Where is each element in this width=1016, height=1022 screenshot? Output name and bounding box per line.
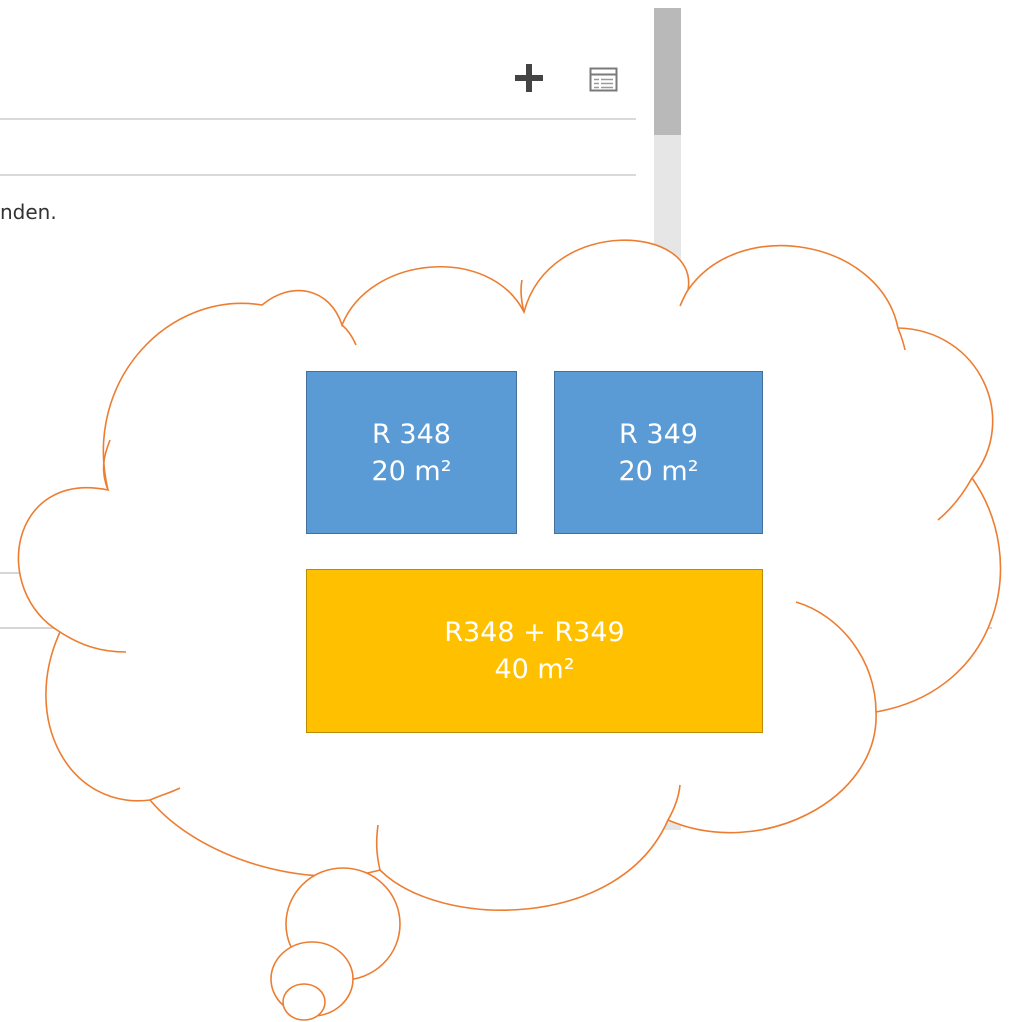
room-area: 20 m²	[618, 455, 699, 487]
room-box-r349: R 349 20 m²	[554, 371, 763, 534]
room-box-merged: R348 + R349 40 m²	[306, 569, 763, 733]
merged-room-name: R348 + R349	[444, 617, 625, 648]
room-area: 20 m²	[371, 455, 452, 487]
room-box-r348: R 348 20 m²	[306, 371, 517, 534]
room-name: R 348	[372, 418, 451, 450]
merged-room-area: 40 m²	[494, 654, 575, 685]
room-name: R 349	[619, 418, 698, 450]
